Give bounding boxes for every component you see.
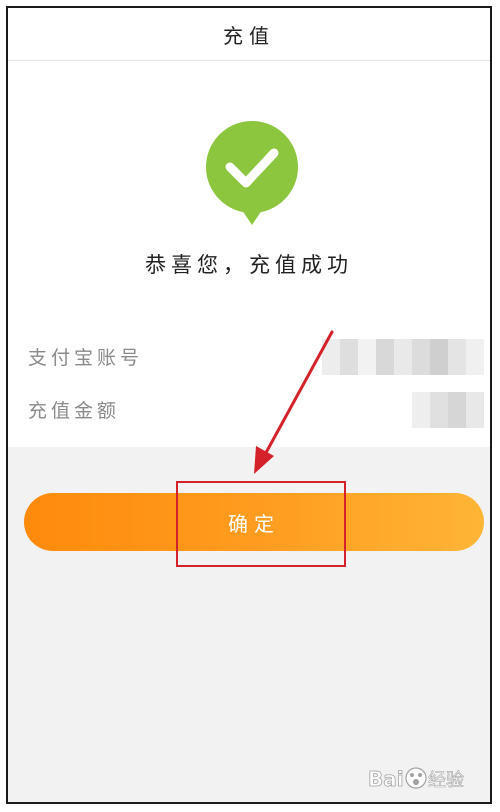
navigation-bar: 充值 bbox=[8, 8, 490, 61]
confirm-button[interactable]: 确定 bbox=[24, 493, 484, 551]
svg-text:经验: 经验 bbox=[428, 770, 464, 791]
check-icon bbox=[206, 121, 298, 225]
baidu-jingyan-watermark-icon: Bai 经验 bbox=[368, 767, 464, 792]
recharge-amount-row: 充值金额 bbox=[8, 392, 490, 428]
page-title: 充值 bbox=[223, 23, 275, 48]
svg-text:Bai: Bai bbox=[368, 767, 404, 791]
phone-screen: 充值 恭喜您，充值成功 支付宝账号 充值金额 确定 Bai 经验 bbox=[6, 6, 492, 804]
alipay-account-label: 支付宝账号 bbox=[28, 347, 144, 369]
success-message: 恭喜您，充值成功 bbox=[145, 253, 353, 277]
result-card: 恭喜您，充值成功 支付宝账号 充值金额 bbox=[8, 61, 490, 447]
alipay-account-value-blurred bbox=[322, 339, 484, 375]
alipay-account-row: 支付宝账号 bbox=[8, 339, 490, 375]
recharge-amount-label: 充值金额 bbox=[28, 400, 121, 422]
recharge-amount-value-blurred bbox=[412, 392, 484, 428]
